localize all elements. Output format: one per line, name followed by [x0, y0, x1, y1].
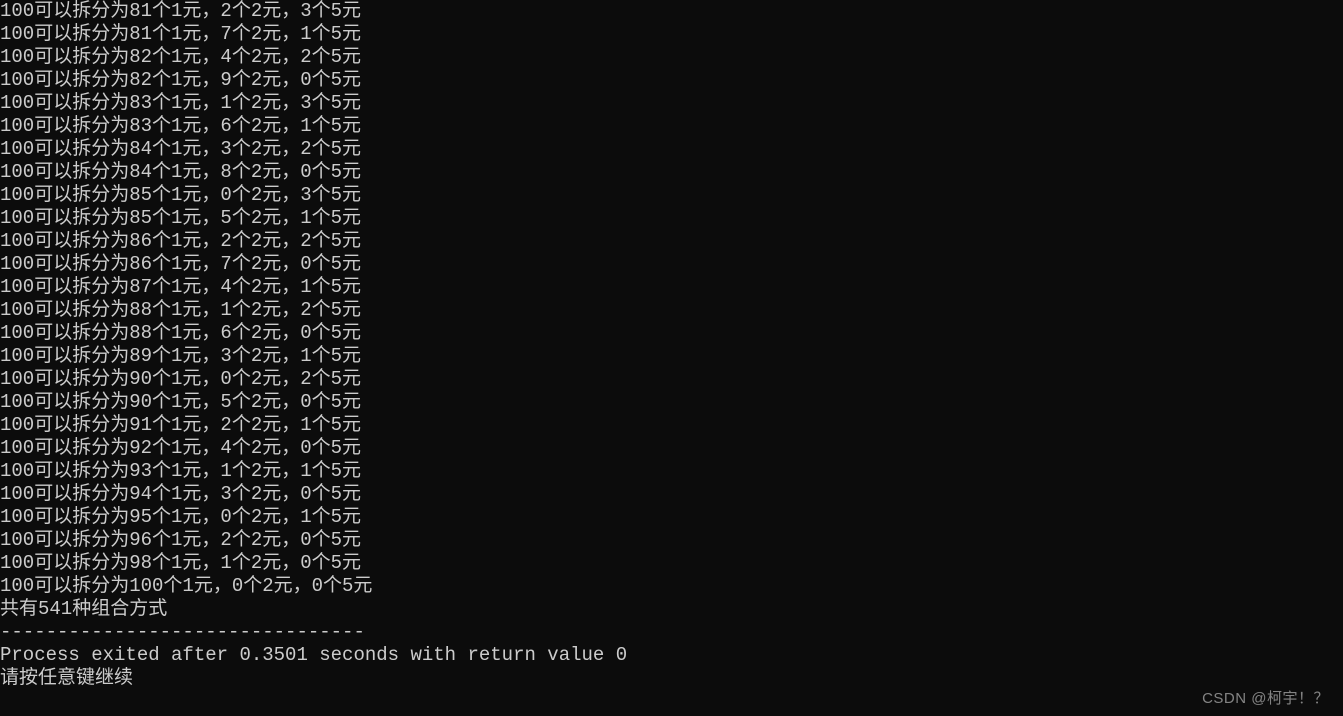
output-line: 100可以拆分为83个1元，1个2元，3个5元 [0, 92, 1343, 115]
output-line: 100可以拆分为87个1元，4个2元，1个5元 [0, 276, 1343, 299]
output-line: 100可以拆分为98个1元，1个2元，0个5元 [0, 552, 1343, 575]
output-line: 100可以拆分为82个1元，4个2元，2个5元 [0, 46, 1343, 69]
output-line: 100可以拆分为96个1元，2个2元，0个5元 [0, 529, 1343, 552]
watermark-text: CSDN @柯宇！？ [1202, 687, 1329, 710]
output-line: 100可以拆分为91个1元，2个2元，1个5元 [0, 414, 1343, 437]
output-line: 100可以拆分为89个1元，3个2元，1个5元 [0, 345, 1343, 368]
prompt-line: 请按任意键继续 [0, 667, 1343, 690]
output-line: 100可以拆分为86个1元，2个2元，2个5元 [0, 230, 1343, 253]
output-line: 100可以拆分为81个1元，2个2元，3个5元 [0, 0, 1343, 23]
output-line: 100可以拆分为82个1元，9个2元，0个5元 [0, 69, 1343, 92]
output-line: 100可以拆分为100个1元，0个2元，0个5元 [0, 575, 1343, 598]
console-output: 100可以拆分为81个1元，2个2元，3个5元100可以拆分为81个1元，7个2… [0, 0, 1343, 690]
output-line: 100可以拆分为90个1元，0个2元，2个5元 [0, 368, 1343, 391]
output-line: 100可以拆分为88个1元，1个2元，2个5元 [0, 299, 1343, 322]
output-line: 100可以拆分为86个1元，7个2元，0个5元 [0, 253, 1343, 276]
output-line: 100可以拆分为95个1元，0个2元，1个5元 [0, 506, 1343, 529]
output-line: 100可以拆分为83个1元，6个2元，1个5元 [0, 115, 1343, 138]
output-line: 100可以拆分为85个1元，0个2元，3个5元 [0, 184, 1343, 207]
summary-line: 共有541种组合方式 [0, 598, 1343, 621]
separator-line: -------------------------------- [0, 621, 1343, 644]
output-line: 100可以拆分为81个1元，7个2元，1个5元 [0, 23, 1343, 46]
output-line: 100可以拆分为84个1元，3个2元，2个5元 [0, 138, 1343, 161]
output-line: 100可以拆分为85个1元，5个2元，1个5元 [0, 207, 1343, 230]
output-line: 100可以拆分为94个1元，3个2元，0个5元 [0, 483, 1343, 506]
output-line: 100可以拆分为92个1元，4个2元，0个5元 [0, 437, 1343, 460]
output-line: 100可以拆分为84个1元，8个2元，0个5元 [0, 161, 1343, 184]
output-line: 100可以拆分为93个1元，1个2元，1个5元 [0, 460, 1343, 483]
output-line: 100可以拆分为88个1元，6个2元，0个5元 [0, 322, 1343, 345]
output-line: 100可以拆分为90个1元，5个2元，0个5元 [0, 391, 1343, 414]
exit-line: Process exited after 0.3501 seconds with… [0, 644, 1343, 667]
